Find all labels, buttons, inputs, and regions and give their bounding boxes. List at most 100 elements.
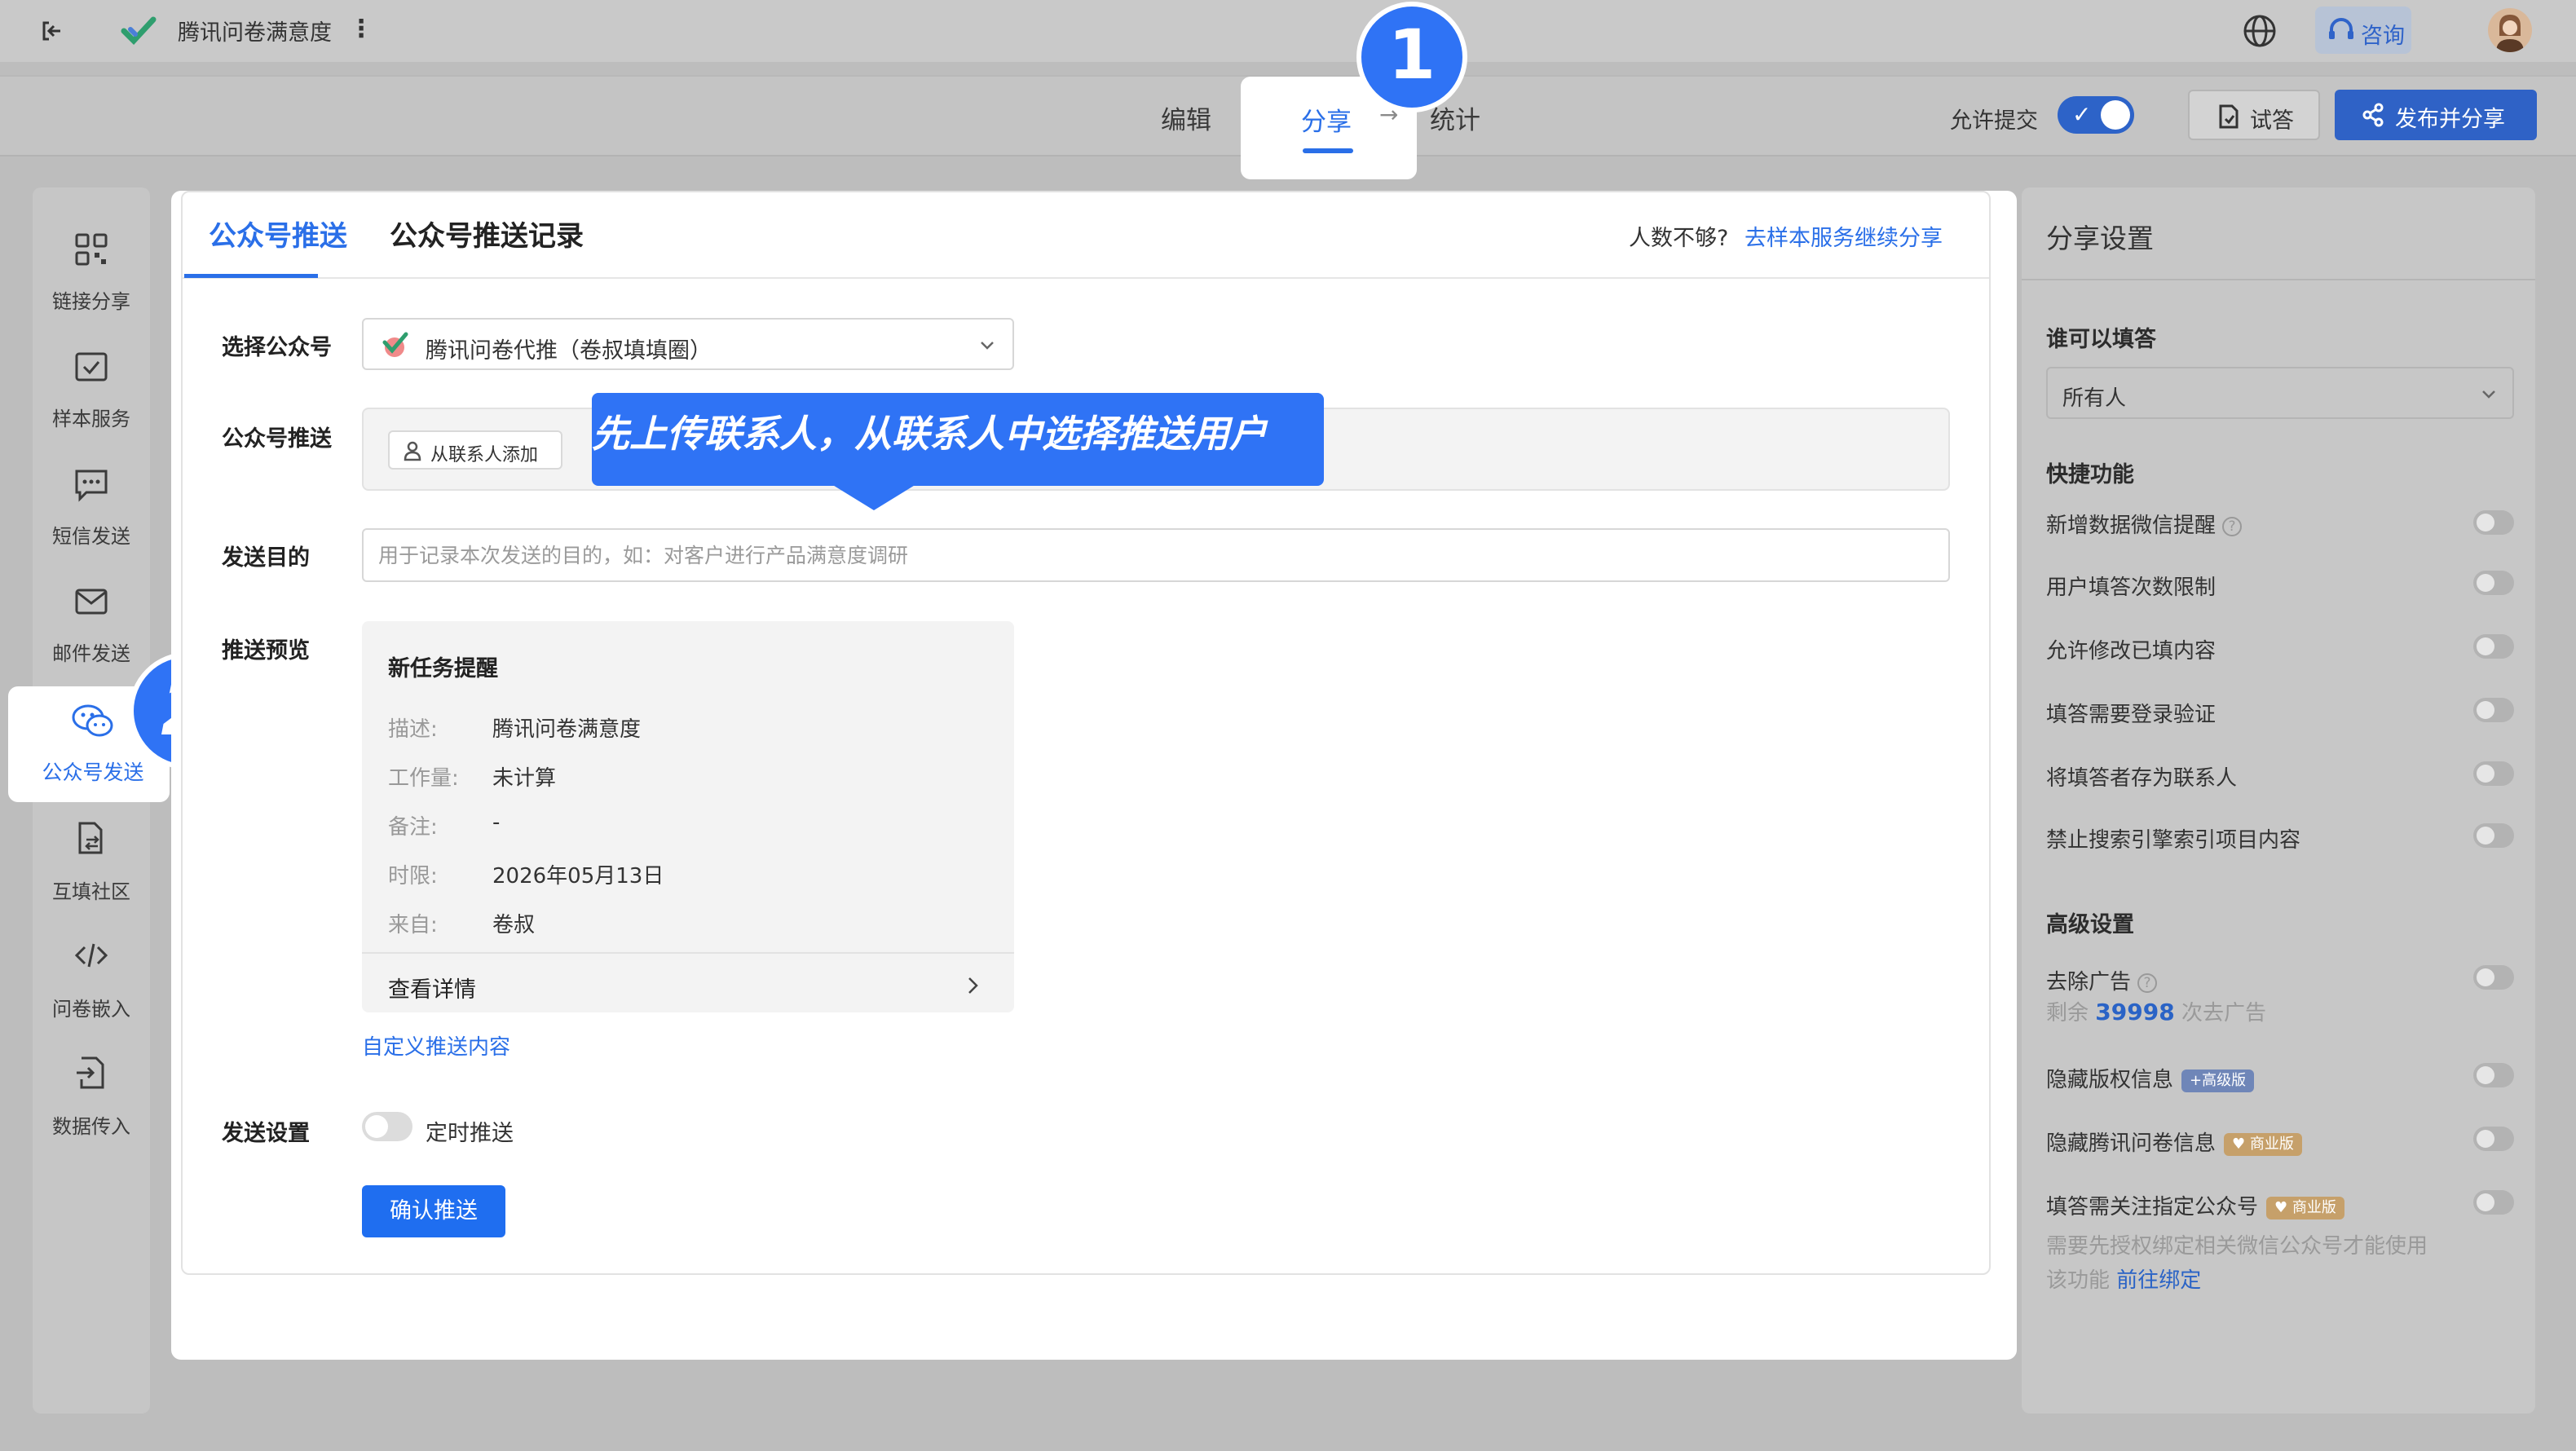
headset-icon bbox=[2329, 18, 2353, 39]
sidebar-item-sms[interactable]: 短信发送 bbox=[33, 442, 150, 548]
step-share-underline bbox=[1303, 148, 1353, 153]
hide-tencent-label: 隐藏腾讯问卷信息 bbox=[2046, 1131, 2217, 1156]
preview-value: 2026年05月13日 bbox=[492, 864, 664, 889]
hide-tencent-item: 隐藏腾讯问卷信息 ♥ 商业版 bbox=[2046, 1127, 2302, 1157]
save-contact-toggle[interactable] bbox=[2473, 761, 2514, 786]
help-icon[interactable]: ? bbox=[2137, 972, 2158, 993]
quick-item-label: 填答需要登录验证 bbox=[2046, 703, 2217, 727]
help-icon[interactable]: ? bbox=[2222, 516, 2243, 536]
account-select[interactable]: 腾讯问卷代推（卷叔填填圈） bbox=[362, 318, 1014, 370]
app-logo-icon bbox=[121, 16, 157, 46]
preview-value: 未计算 bbox=[492, 766, 557, 791]
preview-label: 推送预览 bbox=[222, 638, 310, 664]
purpose-input[interactable] bbox=[362, 528, 1950, 582]
select-account-label: 选择公众号 bbox=[222, 335, 332, 360]
toggle-knob bbox=[2477, 765, 2494, 783]
tab-wechat-push[interactable]: 公众号推送 bbox=[209, 214, 347, 254]
business-edition-badge: ♥ 商业版 bbox=[2224, 1132, 2302, 1156]
sidebar-item-sample-service[interactable]: 样本服务 bbox=[33, 324, 150, 430]
hide-copyright-toggle[interactable] bbox=[2473, 1063, 2514, 1087]
allow-submit-label: 允许提交 bbox=[1950, 108, 2038, 134]
panel-divider bbox=[2022, 279, 2535, 280]
quick-item-label: 用户填答次数限制 bbox=[2046, 576, 2217, 600]
publish-share-button[interactable]: 发布并分享 bbox=[2335, 90, 2537, 140]
goto-sample-service-link[interactable]: 去样本服务继续分享 bbox=[1745, 220, 1943, 252]
try-answer-button[interactable]: 试答 bbox=[2188, 90, 2320, 140]
active-tab-indicator bbox=[184, 274, 318, 278]
consult-button[interactable]: 咨询 bbox=[2315, 7, 2411, 54]
checkbox-icon bbox=[75, 352, 108, 381]
confirm-push-button[interactable]: 确认推送 bbox=[362, 1185, 505, 1237]
callout-badge-1: 1 bbox=[1356, 2, 1467, 112]
preview-key: 描述: bbox=[388, 717, 438, 742]
toggle-knob bbox=[365, 1115, 388, 1138]
preview-key: 来自: bbox=[388, 913, 438, 937]
step-edit[interactable]: 编辑 bbox=[1161, 99, 1211, 136]
globe-icon[interactable] bbox=[2240, 11, 2279, 51]
consult-label: 咨询 bbox=[2361, 24, 2405, 49]
follow-account-toggle[interactable] bbox=[2473, 1190, 2514, 1215]
file-import-icon bbox=[77, 1056, 104, 1089]
bind-account-link[interactable]: 前往绑定 bbox=[2116, 1268, 2201, 1293]
quick-item-label: 允许修改已填内容 bbox=[2046, 639, 2217, 664]
fill-limit-toggle[interactable] bbox=[2473, 571, 2514, 595]
sms-bubble-icon bbox=[75, 470, 108, 502]
no-index-toggle[interactable] bbox=[2473, 823, 2514, 848]
custom-push-content-link[interactable]: 自定义推送内容 bbox=[362, 1030, 510, 1061]
sidebar-item-community[interactable]: 互填社区 bbox=[33, 791, 150, 903]
hide-copyright-label: 隐藏版权信息 bbox=[2046, 1068, 2174, 1092]
share-icon bbox=[2362, 103, 2384, 127]
hide-tencent-toggle[interactable] bbox=[2473, 1127, 2514, 1151]
sidebar-item-email[interactable]: 邮件发送 bbox=[33, 559, 150, 665]
preview-divider bbox=[362, 952, 1014, 954]
not-enough-text: 人数不够? bbox=[1629, 226, 1729, 251]
sidebar-item-label: 互填社区 bbox=[52, 880, 130, 903]
preview-key: 备注: bbox=[388, 815, 438, 840]
who-can-fill-select[interactable]: 所有人 bbox=[2046, 367, 2514, 419]
check-icon: ✓ bbox=[2072, 101, 2092, 128]
qr-grid-icon bbox=[75, 233, 108, 266]
sidebar-item-label: 问卷嵌入 bbox=[52, 998, 130, 1021]
sidebar-item-data-import[interactable]: 数据传入 bbox=[33, 1025, 150, 1138]
remove-ads-toggle[interactable] bbox=[2473, 965, 2514, 990]
exit-icon[interactable] bbox=[37, 16, 67, 46]
preview-title: 新任务提醒 bbox=[388, 656, 498, 681]
follow-account-label: 填答需关注指定公众号 bbox=[2046, 1195, 2259, 1219]
quick-item-label: 新增数据微信提醒 bbox=[2046, 514, 2217, 538]
remaining-count: 39998 bbox=[2095, 999, 2175, 1025]
toggle-knob bbox=[2477, 968, 2494, 986]
user-avatar[interactable] bbox=[2488, 8, 2532, 52]
more-kebab-icon[interactable]: ⋮ bbox=[349, 15, 373, 43]
chevron-down-icon bbox=[981, 342, 994, 350]
publish-share-label: 发布并分享 bbox=[2395, 107, 2505, 132]
toggle-knob bbox=[2477, 701, 2494, 719]
wechat-icon bbox=[72, 704, 113, 737]
instruction-tooltip: 先上传联系人，从联系人中选择推送用户 bbox=[592, 393, 1324, 486]
remaining-suffix: 次去广告 bbox=[2181, 1001, 2266, 1025]
add-from-contacts-label: 从联系人添加 bbox=[430, 445, 539, 465]
add-from-contacts-button[interactable]: 从联系人添加 bbox=[388, 430, 562, 470]
account-logo-icon bbox=[382, 332, 408, 357]
login-verify-toggle[interactable] bbox=[2473, 698, 2514, 722]
tooltip-text: 先上传联系人，从联系人中选择推送用户 bbox=[592, 412, 1267, 456]
allow-edit-toggle[interactable] bbox=[2473, 634, 2514, 659]
preview-value: 卷叔 bbox=[492, 913, 536, 937]
tab-push-records[interactable]: 公众号推送记录 bbox=[390, 214, 584, 254]
selected-account: 腾讯问卷代推（卷叔填填圈） bbox=[426, 338, 712, 364]
preview-key: 时限: bbox=[388, 864, 438, 889]
preview-value: - bbox=[492, 810, 501, 835]
who-can-fill-label: 谁可以填答 bbox=[2046, 327, 2156, 352]
wechat-reminder-toggle[interactable] bbox=[2473, 510, 2514, 535]
send-settings-label: 发送设置 bbox=[222, 1121, 310, 1146]
quick-item-label: 将填答者存为联系人 bbox=[2046, 766, 2238, 791]
preview-key: 工作量: bbox=[388, 766, 459, 791]
preview-value: 腾讯问卷满意度 bbox=[492, 717, 642, 742]
sidebar-item-embed[interactable]: 问卷嵌入 bbox=[33, 908, 150, 1021]
push-label: 公众号推送 bbox=[222, 426, 332, 452]
allow-submit-toggle[interactable]: ✓ bbox=[2058, 96, 2134, 134]
sidebar-item-label: 短信发送 bbox=[52, 525, 130, 548]
mail-icon bbox=[75, 589, 108, 615]
timed-push-toggle[interactable] bbox=[362, 1112, 412, 1141]
chevron-right-icon bbox=[968, 977, 978, 994]
sidebar-item-link-share[interactable]: 链接分享 bbox=[33, 207, 150, 313]
